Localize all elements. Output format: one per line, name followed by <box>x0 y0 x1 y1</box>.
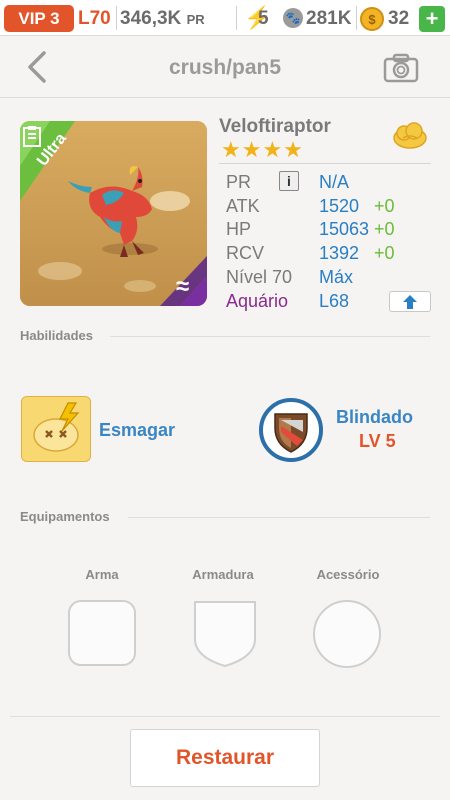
equip-label-armor: Armadura <box>192 567 254 582</box>
add-coins-button[interactable]: + <box>419 6 445 32</box>
stat-value-level: Máx <box>319 267 354 287</box>
stat-label-hp: HP <box>226 219 252 239</box>
divider <box>356 6 357 30</box>
info-icon[interactable]: i <box>279 171 299 191</box>
armor-slot[interactable] <box>192 599 258 669</box>
divider <box>110 336 430 337</box>
player-level: L70 <box>78 8 111 29</box>
coin-count: 32 <box>388 8 410 29</box>
divider <box>116 6 117 30</box>
stat-bonus-rcv: +0 <box>374 243 395 263</box>
upgrade-habitat-button[interactable] <box>389 291 431 312</box>
paw-icon: 🐾 <box>283 8 303 28</box>
water-element-icon: ≈ <box>176 273 190 300</box>
divider <box>128 517 430 518</box>
notes-icon <box>22 125 42 147</box>
camera-icon[interactable] <box>383 53 419 83</box>
ability-name: Blindado <box>336 407 413 427</box>
stat-label-pr: PR <box>226 172 252 192</box>
stat-label-level: Nível 70 <box>226 267 293 287</box>
cloud-icon[interactable] <box>392 120 428 150</box>
coin-icon: $ <box>360 7 384 31</box>
status-bar: VIP 3 L70 346,3K PR ⚡ 5 🐾 281K $ 32 + <box>0 0 450 36</box>
dino-portrait[interactable]: Ultra ≈ <box>20 121 207 306</box>
equip-label-accessory: Acessório <box>316 567 380 582</box>
dino-name: Veloftiraptor <box>219 116 331 137</box>
divider <box>219 163 431 164</box>
power-value: 346,3K <box>120 8 182 29</box>
restore-button[interactable]: Restaurar <box>130 729 320 787</box>
divider <box>236 6 237 30</box>
stat-value-rcv: 1392 <box>319 243 360 263</box>
equip-label-weapon: Arma <box>85 567 119 582</box>
skill-name: Esmagar <box>99 420 176 440</box>
divider <box>10 716 440 717</box>
stat-bonus-atk: +0 <box>374 196 395 216</box>
food-count: 281K <box>306 8 352 29</box>
stat-value-pr: N/A <box>319 172 350 192</box>
vip-badge[interactable]: VIP 3 <box>4 5 74 32</box>
energy-count: 5 <box>258 8 269 29</box>
power-rating: 346,3K PR <box>120 8 205 30</box>
stat-label-atk: ATK <box>226 196 260 216</box>
power-unit: PR <box>186 12 205 27</box>
section-title-abilities: Habilidades <box>20 328 93 343</box>
arrow-up-icon <box>403 294 417 309</box>
stat-bonus-hp: +0 <box>374 219 395 239</box>
nav-bar: crush/pan5 <box>0 37 450 98</box>
shield-icon[interactable] <box>259 398 323 462</box>
section-title-equipment: Equipamentos <box>20 509 110 524</box>
stat-value-habitat: L68 <box>319 291 350 311</box>
weapon-slot[interactable] <box>67 599 137 667</box>
skill-smash-icon <box>22 397 90 461</box>
stat-label-habitat: Aquário <box>226 291 289 311</box>
skill-icon[interactable] <box>21 396 91 462</box>
accessory-slot[interactable] <box>312 599 382 669</box>
star-rating: ★★★★ <box>221 137 304 162</box>
stat-value-hp: 15063 <box>319 219 370 239</box>
stat-label-rcv: RCV <box>226 243 265 263</box>
stat-value-atk: 1520 <box>319 196 360 216</box>
ability-level: LV 5 <box>359 431 396 451</box>
